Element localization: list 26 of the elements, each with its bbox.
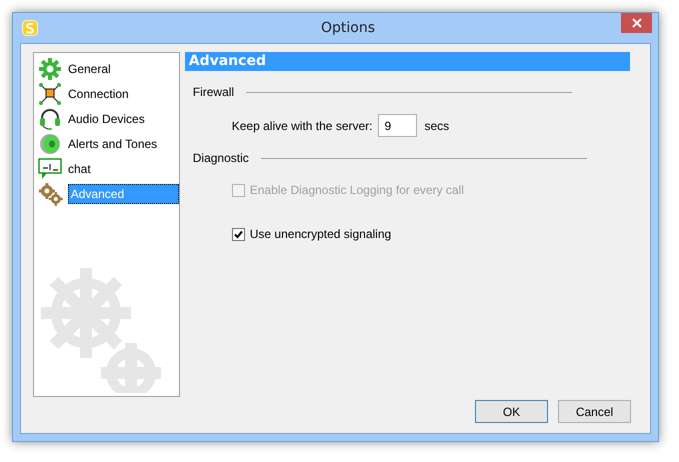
category-item[interactable]: Connection [66,84,131,102]
category-item[interactable]: Audio Devices [66,110,147,128]
checkbox-label: Enable Diagnostic Logging for every call [250,182,464,199]
headset-icon [38,108,62,130]
panel-header: Advanced [184,52,630,71]
category-item[interactable]: General [66,60,113,78]
checkbox[interactable] [232,228,245,240]
window-title: Options [320,20,376,36]
close-button[interactable] [621,13,652,33]
gears-icon [38,182,64,206]
field-label: Keep alive with the server: [232,118,372,134]
chat-icon [38,158,62,180]
unit-label: secs [424,118,450,134]
section-title: Diagnostic [192,150,249,167]
section-title: Firewall [192,84,234,101]
input-field[interactable]: 9 [378,114,416,137]
close-icon [632,18,642,28]
dialog-button[interactable]: Cancel [558,400,631,423]
category-item[interactable]: Alerts and Tones [66,134,160,152]
checkbox-label: Use unencrypted signaling [250,226,392,243]
network-icon [38,82,62,104]
dialog-button[interactable]: OK [475,400,548,423]
app-icon [22,20,38,36]
category-item[interactable]: chat [66,160,93,178]
gear-icon [38,58,62,80]
speaker-icon [38,132,62,154]
